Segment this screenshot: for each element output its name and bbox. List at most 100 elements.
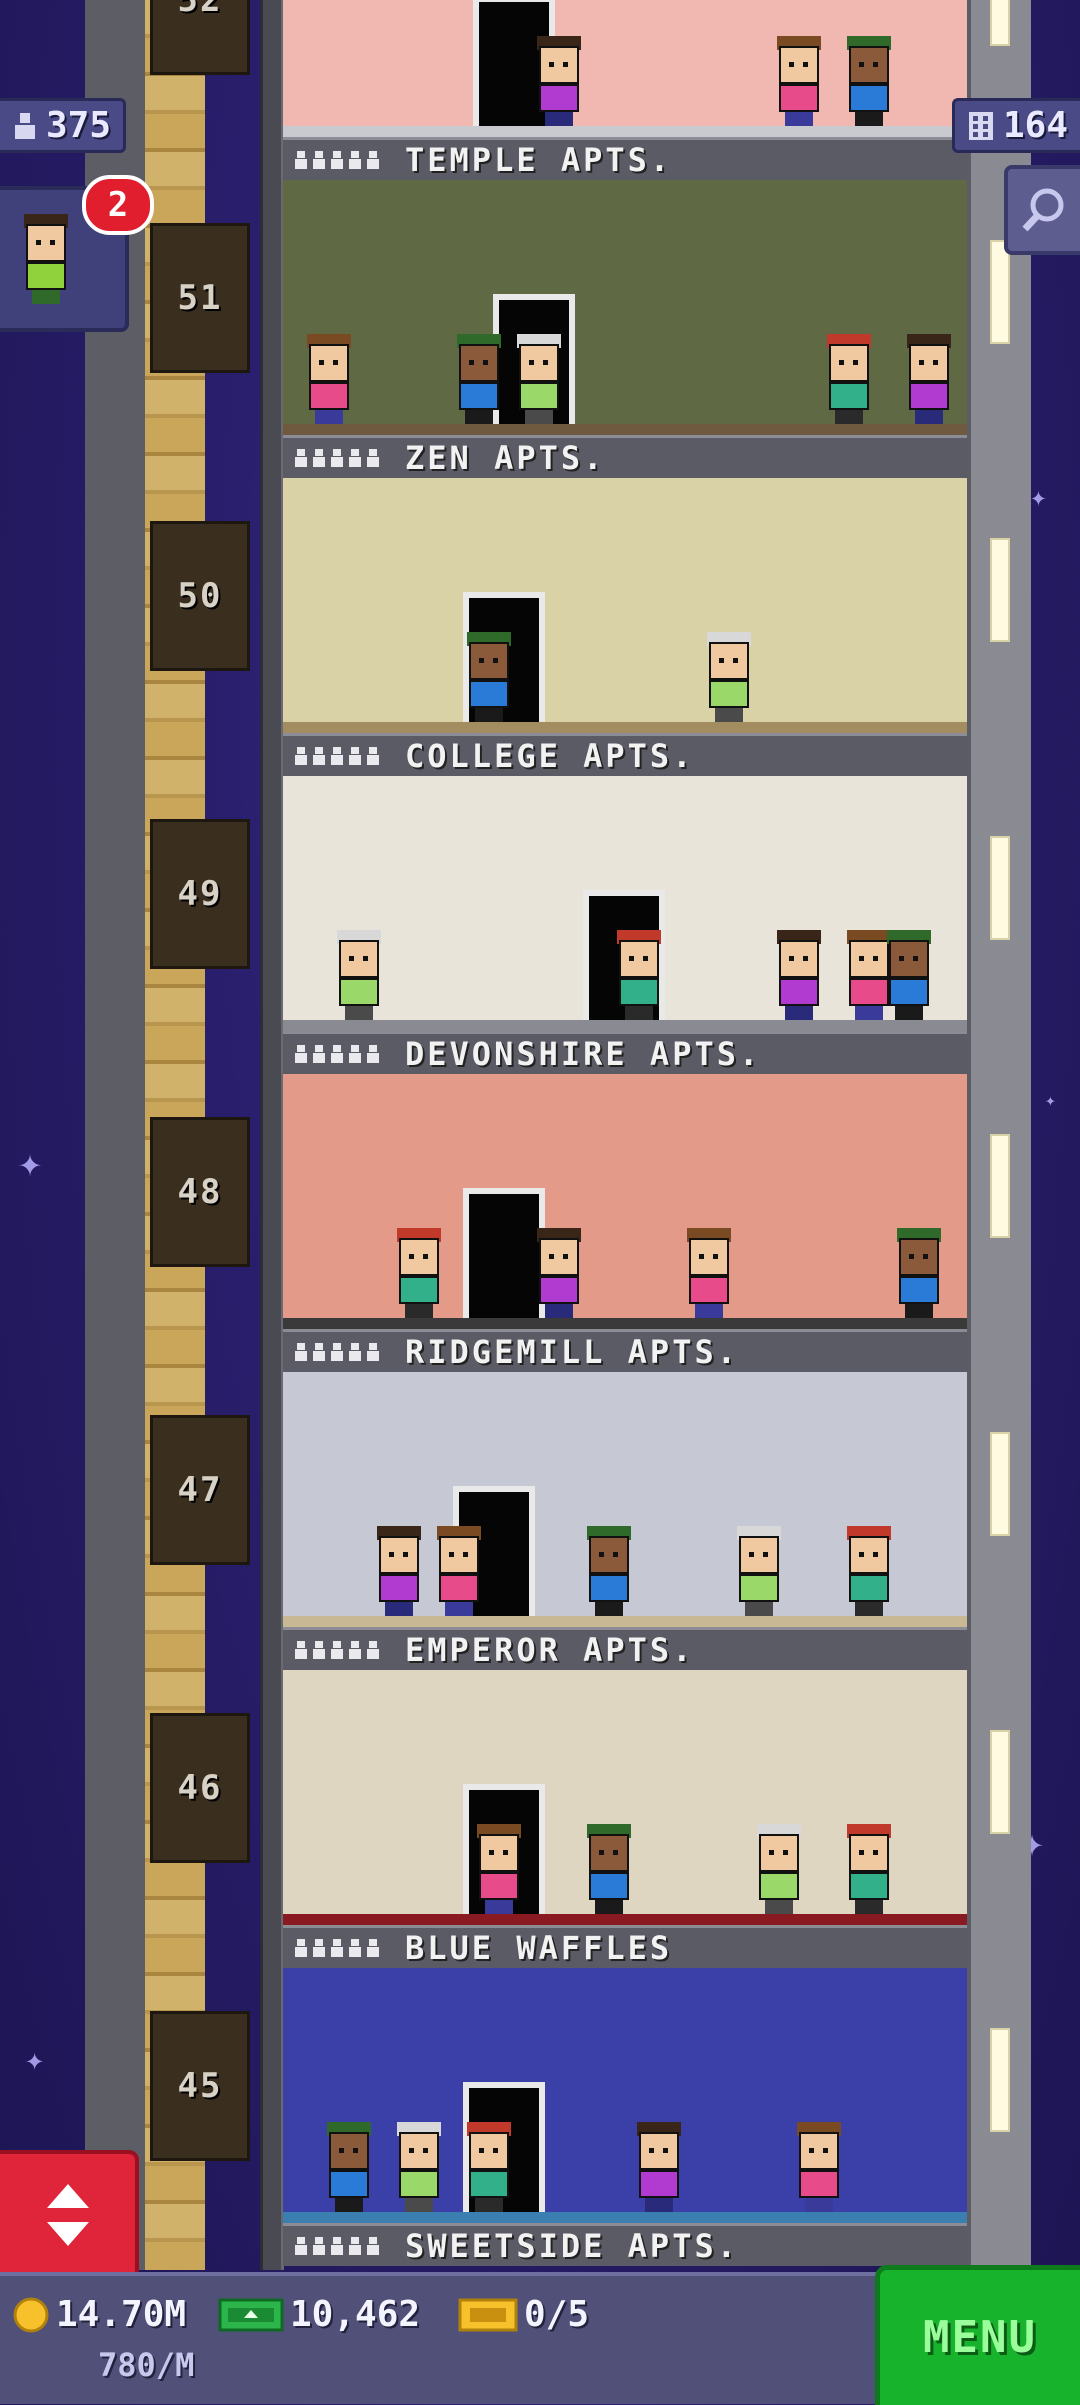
background-star: ✦	[1030, 480, 1047, 513]
population-counter[interactable]: 375	[0, 98, 127, 153]
resident[interactable]	[753, 1824, 805, 1914]
resident-slot-icon	[367, 449, 379, 467]
resident-slot-icon	[349, 1939, 361, 1957]
resident-slot-icon	[295, 2237, 307, 2255]
resident-slot-icon	[313, 2237, 325, 2255]
floor-47[interactable]: EMPEROR APTS.	[283, 1372, 967, 1670]
tower-window	[990, 240, 1010, 344]
floor-name: DEVONSHIRE APTS.	[405, 1035, 762, 1073]
floor-45[interactable]: SWEETSIDE APTS.	[283, 1968, 967, 2266]
resident-slot-icon	[367, 151, 379, 169]
floor-50[interactable]: COLLEGE APTS.	[283, 478, 967, 776]
resident[interactable]	[463, 632, 515, 722]
resident-slot-icon	[331, 151, 343, 169]
floor-52[interactable]: TEMPLE APTS.	[283, 0, 967, 180]
tower-window	[990, 1134, 1010, 1238]
resident[interactable]	[773, 930, 825, 1020]
resident[interactable]	[303, 334, 355, 424]
elevator-floor-number: 50	[177, 576, 223, 616]
tickets-value: 0/5	[524, 2294, 590, 2335]
resident-slots	[295, 151, 379, 169]
resident-slot-icon	[349, 449, 361, 467]
resident-slot-icon	[367, 1045, 379, 1063]
elevator-door-floor-47[interactable]: 47	[150, 1415, 250, 1565]
resident-slot-icon	[367, 1343, 379, 1361]
resident[interactable]	[793, 2122, 845, 2212]
floor-51[interactable]: ZEN APTS.	[283, 180, 967, 478]
background-star: ✦	[1045, 1090, 1056, 1111]
resident[interactable]	[683, 1228, 735, 1318]
elevator-door-floor-48[interactable]: 48	[150, 1117, 250, 1267]
elevator-door-floor-50[interactable]: 50	[150, 521, 250, 671]
bux-display[interactable]: 10,462	[218, 2294, 420, 2335]
resident[interactable]	[703, 632, 755, 722]
resident[interactable]	[513, 334, 565, 424]
floor-49[interactable]: DEVONSHIRE APTS.	[283, 776, 967, 1074]
tower-window	[990, 836, 1010, 940]
resident-slots	[295, 1045, 379, 1063]
resident[interactable]	[373, 1526, 425, 1616]
resident[interactable]	[323, 2122, 375, 2212]
resident[interactable]	[473, 1824, 525, 1914]
resident[interactable]	[883, 930, 935, 1020]
resident-slot-icon	[331, 747, 343, 765]
resident-slot-icon	[331, 449, 343, 467]
resident-slots	[295, 2237, 379, 2255]
tower-window	[990, 1432, 1010, 1536]
elevator-floor-number: 47	[177, 1470, 223, 1510]
elevator-door-floor-51[interactable]: 51	[150, 223, 250, 373]
resident-slot-icon	[295, 1939, 307, 1957]
tower-window	[990, 538, 1010, 642]
resident-slot-icon	[331, 2237, 343, 2255]
elevator-door-floor-45[interactable]: 45	[150, 2011, 250, 2161]
floor-counter[interactable]: 164	[951, 98, 1080, 153]
elevator-floor-number: 46	[177, 1768, 223, 1808]
resident-slots	[295, 449, 379, 467]
resident-slot-icon	[295, 1045, 307, 1063]
magnifier-icon	[1022, 188, 1064, 232]
elevator-door-floor-49[interactable]: 49	[150, 819, 250, 969]
resident[interactable]	[583, 1526, 635, 1616]
building-icon	[968, 111, 993, 140]
coins-display[interactable]: 14.70M	[12, 2294, 186, 2335]
resident[interactable]	[733, 1526, 785, 1616]
resident[interactable]	[893, 1228, 945, 1318]
resident-slot-icon	[349, 1641, 361, 1659]
elevator-door-floor-46[interactable]: 46	[150, 1713, 250, 1863]
resident-slot-icon	[331, 1939, 343, 1957]
resident[interactable]	[823, 334, 875, 424]
resident[interactable]	[773, 36, 825, 126]
resident[interactable]	[463, 2122, 515, 2212]
resident[interactable]	[433, 1526, 485, 1616]
elevator-door-floor-52[interactable]: 52	[150, 0, 250, 75]
floor-46[interactable]: BLUE WAFFLES	[283, 1670, 967, 1968]
resident[interactable]	[633, 2122, 685, 2212]
resident[interactable]	[843, 36, 895, 126]
resident[interactable]	[613, 930, 665, 1020]
elevator-button[interactable]	[0, 2150, 139, 2280]
tickets-display[interactable]: 0/5	[458, 2294, 589, 2335]
resident[interactable]	[533, 1228, 585, 1318]
resident[interactable]	[533, 36, 585, 126]
background-star: ✦	[18, 1140, 43, 1186]
menu-button[interactable]: MENU	[875, 2265, 1080, 2405]
floor-name: SWEETSIDE APTS.	[405, 2227, 739, 2265]
floor-name: ZEN APTS.	[405, 439, 606, 477]
elevator-floor-number: 48	[177, 1172, 223, 1212]
resident[interactable]	[393, 1228, 445, 1318]
resident-slot-icon	[295, 1343, 307, 1361]
resident[interactable]	[583, 1824, 635, 1914]
resident[interactable]	[843, 1526, 895, 1616]
search-button[interactable]	[1004, 165, 1080, 255]
floor-label-bar: TEMPLE APTS.	[283, 137, 967, 180]
resident[interactable]	[903, 334, 955, 424]
resident-slot-icon	[331, 1045, 343, 1063]
resident-slot-icon	[295, 1641, 307, 1659]
resident[interactable]	[393, 2122, 445, 2212]
resident-slot-icon	[313, 747, 325, 765]
income-rate-value: 780/M	[98, 2346, 195, 2384]
resident[interactable]	[843, 1824, 895, 1914]
resident[interactable]	[453, 334, 505, 424]
resident[interactable]	[333, 930, 385, 1020]
floor-48[interactable]: RIDGEMILL APTS.	[283, 1074, 967, 1372]
